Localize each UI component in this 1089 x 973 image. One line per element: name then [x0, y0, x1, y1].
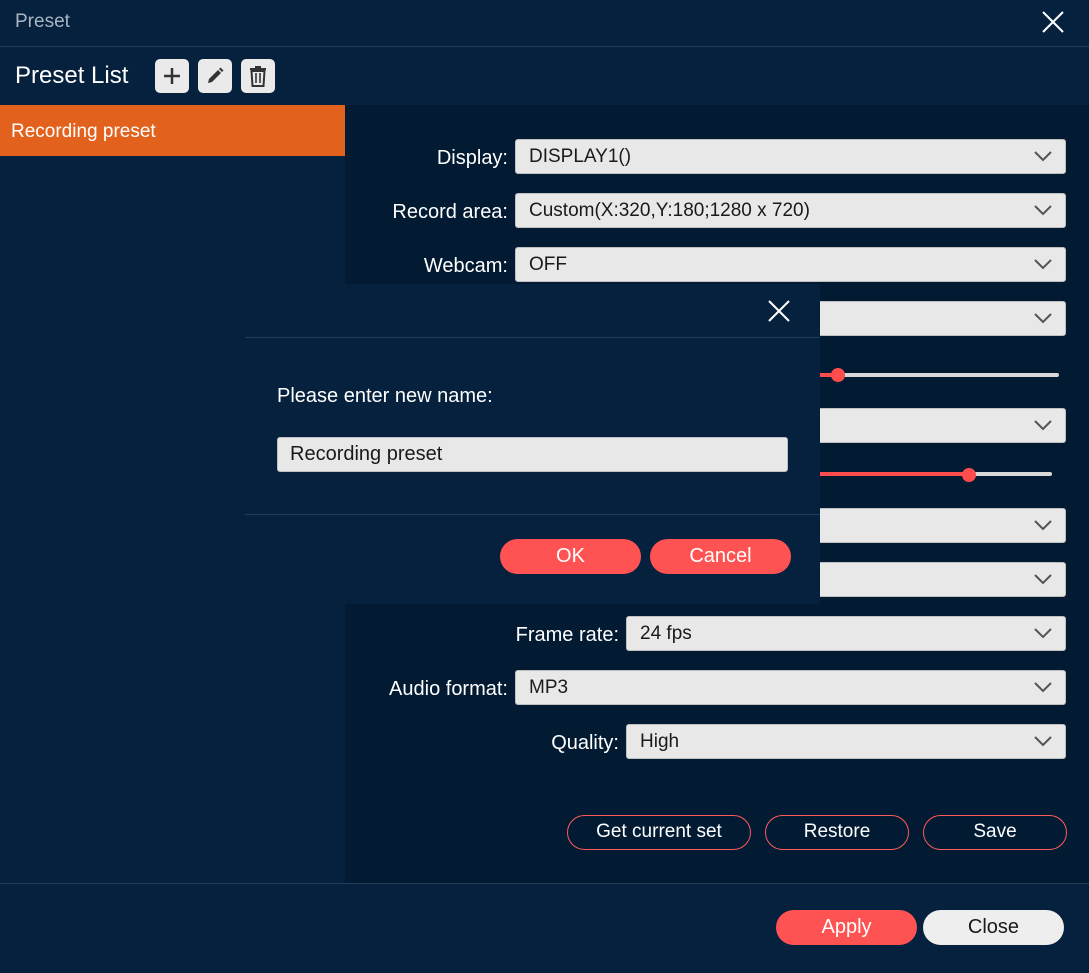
record-area-value: Custom(X:320,Y:180;1280 x 720): [529, 200, 810, 221]
pencil-icon: [208, 67, 224, 83]
volume-slider-handle[interactable]: [831, 368, 845, 382]
record-area-select[interactable]: Custom(X:320,Y:180;1280 x 720): [515, 193, 1066, 228]
dialog-prompt: Please enter new name:: [277, 385, 493, 407]
preset-list-item[interactable]: Recording preset: [0, 105, 345, 156]
close-icon[interactable]: [1037, 6, 1069, 38]
record-area-label: Record area:: [392, 201, 508, 223]
close-icon[interactable]: [765, 297, 793, 325]
chevron-down-icon: [1034, 205, 1052, 216]
preset-item-label: Recording preset: [11, 121, 156, 142]
add-preset-button[interactable]: [155, 59, 189, 93]
display-label: Display:: [436, 147, 508, 169]
ok-button[interactable]: OK: [500, 539, 641, 574]
quality-value: High: [640, 731, 680, 752]
cancel-button[interactable]: Cancel: [650, 539, 791, 574]
webcam-select[interactable]: OFF: [515, 247, 1066, 282]
preset-name-input[interactable]: [277, 437, 788, 472]
webcam-label: Webcam:: [423, 255, 508, 277]
chevron-down-icon: [1034, 574, 1052, 585]
chevron-down-icon: [1034, 151, 1052, 162]
audio-format-value: MP3: [529, 677, 569, 698]
frame-rate-label: Frame rate:: [515, 624, 619, 646]
plus-icon: [164, 68, 180, 84]
audio-format-select[interactable]: MP3: [515, 670, 1066, 705]
window-title: Preset: [15, 11, 70, 32]
frame-rate-select[interactable]: 24 fps: [626, 616, 1066, 651]
display-value: DISPLAY1(): [529, 146, 632, 167]
apply-button[interactable]: Apply: [776, 910, 917, 945]
chevron-down-icon: [1034, 682, 1052, 693]
chevron-down-icon: [1034, 420, 1052, 431]
chevron-down-icon: [1034, 520, 1052, 531]
chevron-down-icon: [1034, 259, 1052, 270]
title-bar: Preset: [0, 0, 1089, 47]
rename-preset-button[interactable]: [198, 59, 232, 93]
quality-label: Quality:: [551, 732, 619, 754]
footer-divider: [0, 883, 1089, 884]
rename-dialog: Please enter new name: OK Cancel: [245, 284, 820, 604]
display-select[interactable]: DISPLAY1(): [515, 139, 1066, 174]
get-current-set-button[interactable]: Get current set: [567, 815, 751, 850]
trash-icon: [250, 66, 266, 87]
dialog-header: [245, 284, 820, 338]
audio-format-label: Audio format:: [389, 678, 508, 700]
chevron-down-icon: [1034, 628, 1052, 639]
volume-slider-handle-2[interactable]: [962, 468, 976, 482]
chevron-down-icon: [1034, 313, 1052, 324]
close-button[interactable]: Close: [923, 910, 1064, 945]
delete-preset-button[interactable]: [241, 59, 275, 93]
quality-select[interactable]: High: [626, 724, 1066, 759]
restore-button[interactable]: Restore: [765, 815, 909, 850]
chevron-down-icon: [1034, 736, 1052, 747]
frame-rate-value: 24 fps: [640, 623, 692, 644]
save-button[interactable]: Save: [923, 815, 1067, 850]
dialog-divider: [245, 514, 820, 515]
preset-list-title: Preset List: [15, 62, 129, 89]
webcam-value: OFF: [529, 254, 567, 275]
